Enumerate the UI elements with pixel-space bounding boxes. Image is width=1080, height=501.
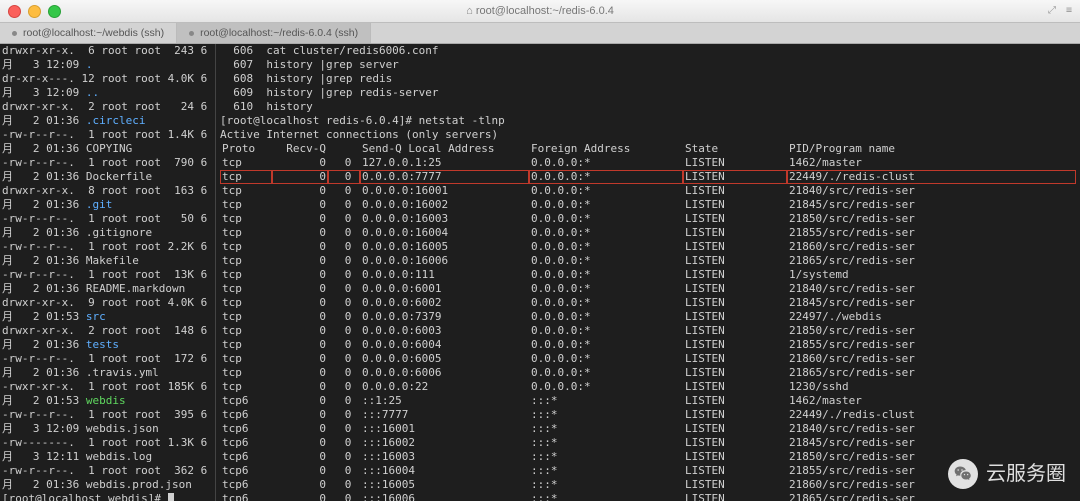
ls-row-wrap: 月 3 12:09 .. — [2, 86, 213, 100]
netstat-row: tcp00 0.0.0.0:160030.0.0.0:*LISTEN21850/… — [220, 212, 1076, 226]
ls-row: dr-xr-x---. 12 root root 4.0K 6 — [2, 72, 213, 86]
netstat-row: tcp00 0.0.0.0:73790.0.0.0:*LISTEN22497/.… — [220, 310, 1076, 324]
ls-row: drwxr-xr-x. 2 root root 148 6 — [2, 324, 213, 338]
ls-row-wrap: 月 3 12:09 webdis.json — [2, 422, 213, 436]
ls-row: drwxr-xr-x. 9 root root 4.0K 6 — [2, 296, 213, 310]
netstat-row: tcp600 ::1:25:::*LISTEN1462/master — [220, 394, 1076, 408]
ls-row: -rw-r--r--. 1 root root 790 6 — [2, 156, 213, 170]
wechat-icon — [948, 459, 978, 489]
ls-row: -rw-r--r--. 1 root root 362 6 — [2, 464, 213, 478]
netstat-row: tcp00 0.0.0.0:160060.0.0.0:*LISTEN21865/… — [220, 254, 1076, 268]
ls-row-wrap: 月 2 01:36 webdis.prod.json — [2, 478, 213, 492]
ls-row-wrap: 月 3 12:11 webdis.log — [2, 450, 213, 464]
prompt[interactable]: [root@localhost webdis]# — [2, 492, 213, 501]
history-line: 609 history |grep redis-server — [220, 86, 1076, 100]
netstat-row: tcp600 :::16006:::*LISTEN21865/src/redis… — [220, 492, 1076, 501]
ls-row-wrap: 月 2 01:36 .travis.yml — [2, 366, 213, 380]
ls-row-wrap: 月 3 12:09 . — [2, 58, 213, 72]
tab-strip: root@localhost:~/webdis (ssh) root@localh… — [0, 23, 1080, 44]
netstat-row: tcp600 :::7777:::*LISTEN22449/./redis-cl… — [220, 408, 1076, 422]
tab-label: root@localhost:~/webdis (ssh) — [23, 26, 164, 40]
ls-row: -rw-r--r--. 1 root root 50 6 — [2, 212, 213, 226]
ls-row-wrap: 月 2 01:36 Makefile — [2, 254, 213, 268]
ls-row: drwxr-xr-x. 2 root root 24 6 — [2, 100, 213, 114]
netstat-row: tcp00 0.0.0.0:60060.0.0.0:*LISTEN21865/s… — [220, 366, 1076, 380]
window-titlebar: ⌂ root@localhost:~/redis-6.0.4 ⤢ ≡ — [0, 0, 1080, 23]
ls-row-wrap: 月 2 01:36 .git — [2, 198, 213, 212]
ls-row: -rw-r--r--. 1 root root 172 6 — [2, 352, 213, 366]
netstat-row: tcp00 0.0.0.0:60010.0.0.0:*LISTEN21840/s… — [220, 282, 1076, 296]
history-line: 606 cat cluster/redis6006.conf — [220, 44, 1076, 58]
history-line: 607 history |grep server — [220, 58, 1076, 72]
netstat-header: ProtoRecv-QSend-Q Local AddressForeign A… — [220, 142, 1076, 156]
ls-row-wrap: 月 2 01:36 .gitignore — [2, 226, 213, 240]
window-title: ⌂ root@localhost:~/redis-6.0.4 — [0, 4, 1080, 18]
netstat-row: tcp00 0.0.0.0:160020.0.0.0:*LISTEN21845/… — [220, 198, 1076, 212]
ls-row: -rw-r--r--. 1 root root 13K 6 — [2, 268, 213, 282]
history-line: 608 history |grep redis — [220, 72, 1076, 86]
ls-row-wrap: 月 2 01:36 tests — [2, 338, 213, 352]
watermark: 云服务圈 — [948, 459, 1066, 489]
tab[interactable]: root@localhost:~/redis-6.0.4 (ssh) — [177, 23, 371, 43]
prompt-line: [root@localhost redis-6.0.4]# netstat -t… — [220, 114, 1076, 128]
ls-row: -rw-r--r--. 1 root root 395 6 — [2, 408, 213, 422]
menu-icon[interactable]: ≡ — [1066, 4, 1072, 18]
ls-row: -rwxr-xr-x. 1 root root 185K 6 — [2, 380, 213, 394]
netstat-row: tcp00 0.0.0.0:60030.0.0.0:*LISTEN21850/s… — [220, 324, 1076, 338]
netstat-row: tcp600 :::16002:::*LISTEN21845/src/redis… — [220, 436, 1076, 450]
netstat-row: tcp00 0.0.0.0:77770.0.0.0:*LISTEN22449/.… — [220, 170, 1076, 184]
history-line: 610 history — [220, 100, 1076, 114]
netstat-table: ProtoRecv-QSend-Q Local AddressForeign A… — [220, 142, 1076, 501]
ls-row: drwxr-xr-x. 8 root root 163 6 — [2, 184, 213, 198]
tab-label: root@localhost:~/redis-6.0.4 (ssh) — [200, 26, 358, 40]
ls-row-wrap: 月 2 01:36 README.markdown — [2, 282, 213, 296]
ls-row-wrap: 月 2 01:53 webdis — [2, 394, 213, 408]
ls-row: drwxr-xr-x. 6 root root 243 6 — [2, 44, 213, 58]
ls-row-wrap: 月 2 01:36 Dockerfile — [2, 170, 213, 184]
netstat-row: tcp00 0.0.0.0:220.0.0.0:*LISTEN1230/sshd — [220, 380, 1076, 394]
netstat-row: tcp00 0.0.0.0:160010.0.0.0:*LISTEN21840/… — [220, 184, 1076, 198]
netstat-row: tcp00 0.0.0.0:160050.0.0.0:*LISTEN21860/… — [220, 240, 1076, 254]
netstat-row: tcp00 127.0.0.1:250.0.0.0:*LISTEN1462/ma… — [220, 156, 1076, 170]
terminal-icon — [12, 31, 17, 36]
terminal-icon — [189, 31, 194, 36]
netstat-row: tcp600 :::16001:::*LISTEN21840/src/redis… — [220, 422, 1076, 436]
right-terminal-pane[interactable]: 606 cat cluster/redis6006.conf 607 histo… — [216, 44, 1080, 501]
ls-row-wrap: 月 2 01:53 src — [2, 310, 213, 324]
netstat-row: tcp00 0.0.0.0:60020.0.0.0:*LISTEN21845/s… — [220, 296, 1076, 310]
netstat-row: tcp00 0.0.0.0:1110.0.0.0:*LISTEN1/system… — [220, 268, 1076, 282]
netstat-row: tcp00 0.0.0.0:60050.0.0.0:*LISTEN21860/s… — [220, 352, 1076, 366]
ls-row: -rw-------. 1 root root 1.3K 6 — [2, 436, 213, 450]
ls-row: -rw-r--r--. 1 root root 2.2K 6 — [2, 240, 213, 254]
ls-row: -rw-r--r--. 1 root root 1.4K 6 — [2, 128, 213, 142]
ls-row-wrap: 月 2 01:36 .circleci — [2, 114, 213, 128]
active-connections-label: Active Internet connections (only server… — [220, 128, 1076, 142]
ls-row-wrap: 月 2 01:36 COPYING — [2, 142, 213, 156]
cursor-icon — [168, 493, 174, 501]
netstat-row: tcp00 0.0.0.0:60040.0.0.0:*LISTEN21855/s… — [220, 338, 1076, 352]
tab[interactable]: root@localhost:~/webdis (ssh) — [0, 23, 177, 43]
expand-icon[interactable]: ⤢ — [1048, 4, 1056, 18]
left-terminal-pane[interactable]: drwxr-xr-x. 6 root root 243 6月 3 12:09 .… — [0, 44, 216, 501]
netstat-row: tcp00 0.0.0.0:160040.0.0.0:*LISTEN21855/… — [220, 226, 1076, 240]
